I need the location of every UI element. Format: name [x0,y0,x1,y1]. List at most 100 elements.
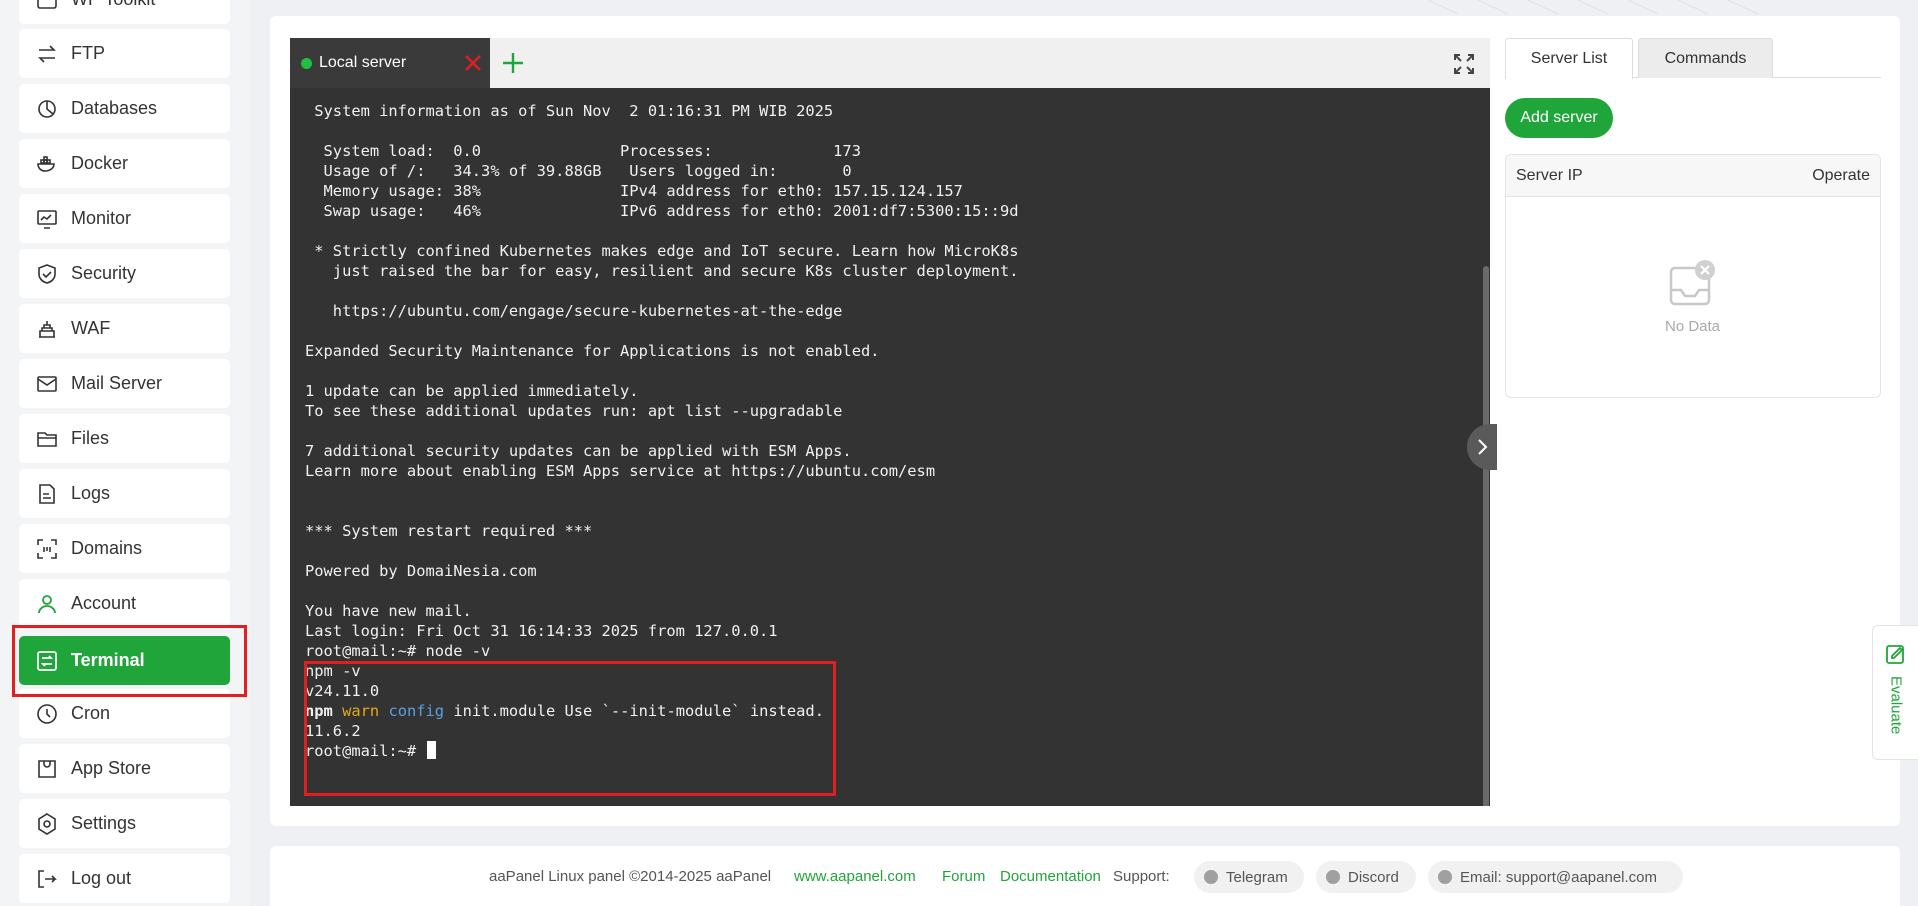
column-server-ip: Server IP [1516,167,1583,184]
sidebar-item-log-out[interactable]: Log out [19,854,230,903]
sidebar-item-monitor[interactable]: Monitor [19,194,230,243]
telegram-icon [1204,870,1218,884]
close-icon[interactable] [460,50,486,76]
sidebar-item-label: Files [71,428,110,448]
evaluate-tab[interactable]: Evaluate [1872,625,1918,760]
terminal-line: Swap usage: 46% IPv6 address for eth0: 2… [305,202,1019,220]
monitor-icon [35,207,59,231]
pill-label: Telegram [1226,868,1288,886]
sidebar-item-wp-toolkit[interactable]: WP Toolkit [19,0,230,24]
link-documentation[interactable]: Documentation [1000,868,1101,885]
tab-server-list[interactable]: Server List [1505,38,1633,79]
sidebar-item-label: Mail Server [71,373,163,393]
sidebar-item-app-store[interactable]: App Store [19,744,230,793]
shield-icon [35,262,59,286]
sidebar-item-account[interactable]: Account [19,579,230,628]
decorative-lines [1427,0,1759,14]
sidebar-item-label: Cron [71,703,111,723]
no-data-icon [1669,260,1715,306]
footer: aaPanel Linux panel ©2014-2025 aaPanel w… [270,846,1900,906]
sidebar-item-label: Databases [71,98,158,118]
copyright-text: aaPanel Linux panel ©2014-2025 aaPanel [489,868,772,885]
domain-icon [35,537,59,561]
folder-icon [35,427,59,451]
pill-label: Email: support@aapanel.com [1460,868,1657,886]
pill-label: Discord [1348,868,1399,886]
terminal-tab-bar: Local server [290,38,1490,88]
logout-icon [35,867,59,891]
terminal-line: 1 update can be applied immediately. [305,382,639,400]
clock-icon [35,702,59,726]
chevron-right-icon [1478,439,1488,455]
discord-icon [1326,870,1340,884]
sidebar-item-label: Security [71,263,137,283]
tab-label: Local server [319,54,407,71]
sidebar-item-files[interactable]: Files [19,414,230,463]
fullscreen-icon[interactable] [1453,53,1475,75]
tab-commands[interactable]: Commands [1638,38,1773,78]
sidebar-item-ftp[interactable]: FTP [19,29,230,78]
gear-icon [35,812,59,836]
sidebar: WP Toolkit FTP Databases Docker Monitor … [0,0,250,906]
sidebar-item-label: Account [71,593,137,613]
sidebar-item-label: Settings [71,813,137,833]
sidebar-item-label: Log out [71,868,132,888]
terminal-line: Expanded Security Maintenance for Applic… [305,342,880,360]
terminal-line: root@mail:~# node -v [305,642,491,660]
discord-link[interactable]: Discord [1316,861,1416,893]
store-icon [35,757,59,781]
sidebar-item-settings[interactable]: Settings [19,799,230,848]
terminal-highlight-box [12,625,247,697]
no-data-text: No Data [1664,318,1721,335]
tab-local-server[interactable]: Local server [290,38,490,88]
sidebar-item-label: Domains [71,538,143,558]
add-server-button[interactable]: Add server [1505,98,1613,138]
ftp-icon [35,42,59,66]
sidebar-item-mail-server[interactable]: Mail Server [19,359,230,408]
email-link[interactable]: Email: support@aapanel.com [1428,861,1683,893]
email-icon [1438,870,1452,884]
log-icon [35,482,59,506]
support-label: Support: [1113,868,1170,885]
sidebar-item-waf[interactable]: WAF [19,304,230,353]
sidebar-item-domains[interactable]: Domains [19,524,230,573]
telegram-link[interactable]: Telegram [1194,861,1304,893]
terminal-line: 7 additional security updates can be app… [305,442,852,460]
waf-icon [35,317,59,341]
terminal-line: Last login: Fri Oct 31 16:14:33 2025 fro… [305,622,778,640]
terminal-line: Powered by DomaiNesia.com [305,562,537,580]
table-header: Server IP Operate [1506,155,1880,197]
edit-icon [1886,645,1904,664]
sidebar-item-security[interactable]: Security [19,249,230,298]
terminal-line: * Strictly confined Kubernetes makes edg… [305,242,1019,260]
sidebar-item-label: Monitor [71,208,132,228]
terminal-line: Memory usage: 38% IPv4 address for eth0:… [305,182,963,200]
evaluate-label: Evaluate [1887,676,1905,735]
add-tab-icon[interactable] [500,50,526,76]
terminal-line: *** System restart required *** [305,522,593,540]
sidebar-item-logs[interactable]: Logs [19,469,230,518]
terminal-line: You have new mail. [305,602,472,620]
database-icon [35,97,59,121]
sidebar-item-databases[interactable]: Databases [19,84,230,133]
terminal-line: System information as of Sun Nov 2 01:16… [305,102,834,120]
link-forum[interactable]: Forum [942,868,985,885]
sidebar-item-docker[interactable]: Docker [19,139,230,188]
terminal-scrollbar[interactable] [1483,266,1489,806]
link-website[interactable]: www.aapanel.com [794,868,916,885]
terminal-line: To see these additional updates run: apt… [305,402,843,420]
right-panel-tabs: Server List Commands [1505,38,1881,79]
command-highlight-box [304,661,836,796]
sidebar-item-label: Docker [71,153,129,173]
terminal-line: Usage of /: 34.3% of 39.88GB Users logge… [305,162,852,180]
